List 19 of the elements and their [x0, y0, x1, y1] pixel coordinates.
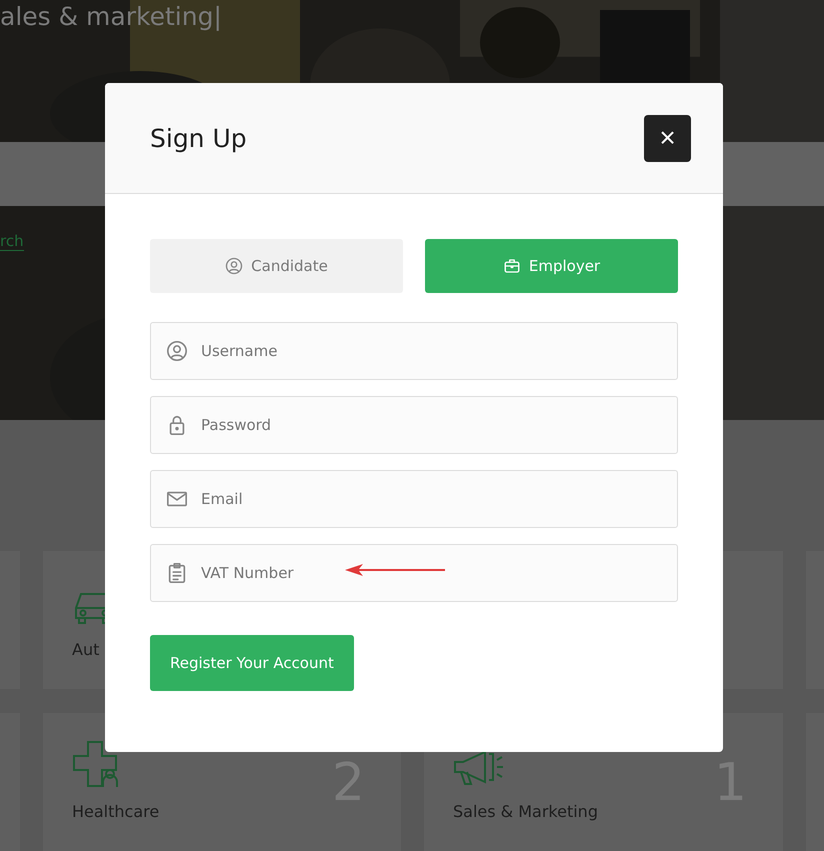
input-field[interactable]: Email	[150, 470, 678, 528]
clipboard-icon	[166, 562, 188, 584]
close-button[interactable]: ×	[644, 114, 691, 162]
category-name: Aut	[72, 640, 100, 659]
briefcase-icon	[502, 257, 521, 275]
user-icon	[225, 257, 244, 275]
category-name: Healthcare	[72, 802, 160, 821]
input-field[interactable]: VAT Number	[150, 544, 678, 602]
input-field[interactable]: Username	[150, 322, 678, 380]
input-field[interactable]: Password	[150, 396, 678, 454]
user-icon	[166, 340, 188, 362]
hero-headline: ales & marketing|	[0, 2, 222, 31]
search-link[interactable]: rch	[0, 232, 24, 251]
register-button[interactable]: Register Your Account	[150, 635, 354, 691]
medical-cross-icon	[72, 740, 120, 788]
role-tab[interactable]: Employer	[425, 239, 678, 293]
dialog-title: Sign Up	[150, 124, 247, 152]
category-name: Sales & Marketing	[453, 802, 599, 821]
role-tab[interactable]: Candidate	[150, 239, 403, 293]
